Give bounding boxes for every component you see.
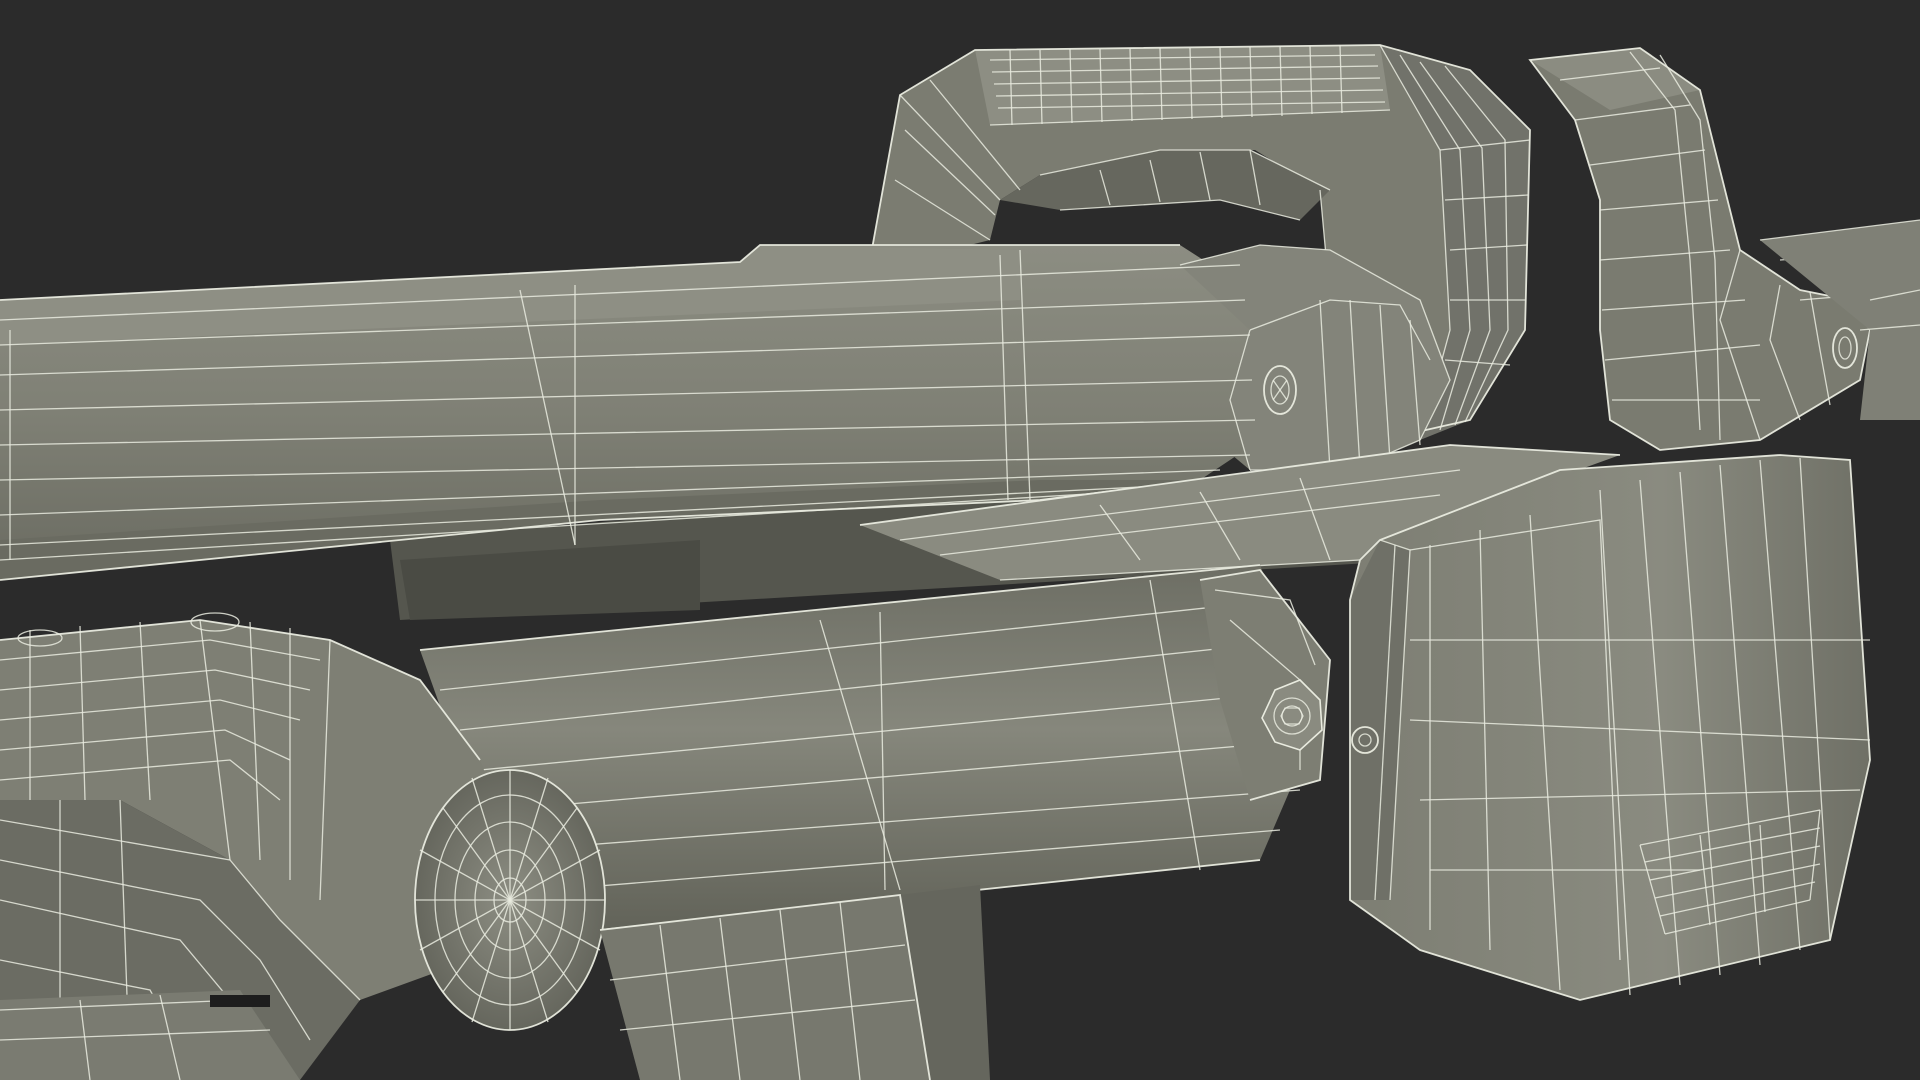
wireframe-render-scene: [0, 44, 1920, 1080]
front-hex-block: [1349, 454, 1871, 1001]
barrel-end-cap: [414, 769, 606, 1031]
base-plate-lower-left: [0, 990, 300, 1080]
